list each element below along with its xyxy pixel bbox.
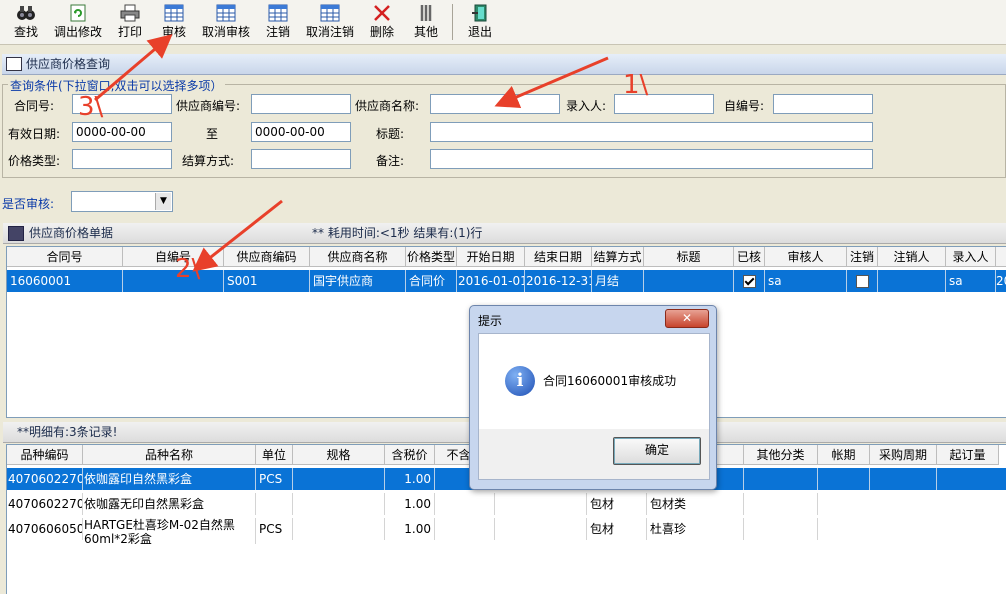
arrow-1 [494,56,609,108]
arrow-3 [94,34,173,102]
arrow-2 [192,199,283,272]
annotation-arrows [94,34,609,272]
annotation-3: 3\ [78,92,104,122]
annotation-1: 1\ [623,70,649,100]
annotation-2: 2\ [175,254,201,284]
